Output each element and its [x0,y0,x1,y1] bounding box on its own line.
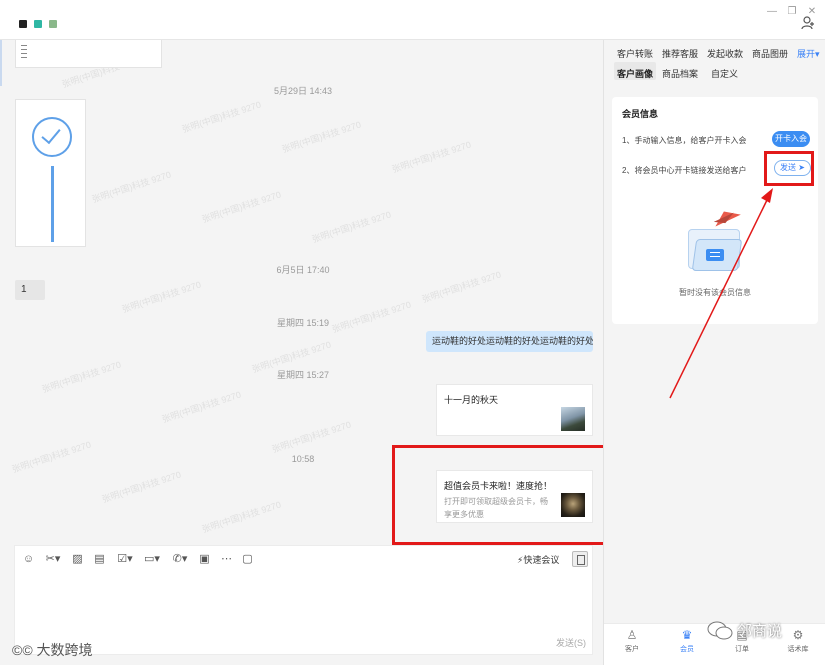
nav-customer[interactable]: ♙ 客户 [612,628,652,654]
add-user-icon[interactable] [801,16,815,30]
nav-label: 订单 [735,646,749,653]
watermark: 张明(中国)科技 9270 [120,279,203,315]
layout-toggle-icon[interactable] [572,551,588,567]
image-icon[interactable]: ▨ [71,553,84,566]
script-library-icon: ⚙ [792,628,804,642]
green-square-icon[interactable] [49,20,57,28]
watermark: 张明(中国)科技 9270 [270,419,353,455]
tab-product-catalog[interactable]: 商品图册 [752,47,788,60]
highlight-box [764,151,814,186]
watermark: 张明(中国)科技 9270 [280,119,363,155]
member-info-card: 会员信息 1、手动输入信息，给客户开卡入会 开卡入会 2、将会员中心开卡链接发送… [612,97,818,324]
customer-icon: ♙ [626,628,638,642]
watermark: 张明(中国)科技 9270 [310,209,393,245]
empty-folder-illustration [682,205,752,277]
wechat-icon [707,621,733,640]
watermark: 张明(中国)科技 9270 [180,99,263,135]
outgoing-message[interactable]: 运动鞋的好处运动鞋的好处运动鞋的好处 [426,331,593,352]
teal-square-icon[interactable] [34,20,42,28]
watermark: 张明(中国)科技 9270 [100,469,183,505]
tab-customer-profile[interactable]: 客户画像 [617,67,653,80]
brand-watermark-left: ©© 大数跨境 [12,642,93,658]
document-message[interactable] [15,40,162,68]
scissors-icon[interactable]: ✂▾ [43,553,63,566]
incoming-message[interactable]: 1 [15,280,45,300]
expand-button[interactable]: 展开▾ [797,47,820,60]
timestamp: 10:58 [291,454,315,464]
tab-start-payment[interactable]: 发起收款 [707,47,743,60]
nav-script-library[interactable]: ⚙ 话术库 [778,628,818,654]
nav-label: 会员 [680,646,694,653]
timestamp: 5月29日 14:43 [273,86,333,96]
minimize-button[interactable]: — [765,6,779,17]
step-send-link: 2、将会员中心开卡链接发送给客户 [622,166,747,175]
checklist-icon[interactable]: ☑▾ [115,553,135,566]
watermark: 张明(中国)科技 9270 [40,359,123,395]
watermark: 张明(中国)科技 9270 [200,189,283,225]
quick-meeting-label: 快速会议 [523,555,560,565]
crown-icon: ♛ [681,628,693,642]
timestamp: 星期四 15:27 [276,370,330,380]
landscape-thumbnail [561,407,585,431]
check-circle-icon [32,117,72,157]
tab-custom[interactable]: 自定义 [711,67,738,80]
open-card-button[interactable]: 开卡入会 [772,131,810,147]
tab-product-archive[interactable]: 商品档案 [662,67,698,80]
watermark: 张明(中国)科技 9270 [420,269,503,305]
file-text-icon[interactable]: ▤ [93,553,106,566]
link-card-title: 十一月的秋天 [444,395,499,405]
watermark: 张明(中国)科技 9270 [90,169,173,205]
maximize-button[interactable]: ❐ [785,6,799,17]
tab-customer-transfer[interactable]: 客户转账 [617,47,653,60]
timestamp: 星期四 15:19 [276,318,330,328]
message-input-area[interactable]: ☺ ✂▾ ▨ ▤ ☑▾ ▭▾ ✆▾ ▣ ⋯ ▢ ⚡快速会议 发送(S) [14,545,593,655]
title-bar: — ❐ ✕ [0,0,825,40]
quick-meeting-button[interactable]: ⚡快速会议 [517,553,559,566]
send-button[interactable]: 发送(S) [556,636,586,649]
progress-bar [51,166,54,242]
watermark: 张明(中国)科技 9270 [10,439,93,475]
expand-label: 展开 [797,49,816,59]
right-side-panel: 客户转账 推荐客服 发起收款 商品图册 展开▾ 客户画像 商品档案 自定义 会员… [603,40,825,665]
screen-icon[interactable]: ▢ [241,553,254,566]
emoji-icon[interactable]: ☺ [22,553,35,566]
link-card-message[interactable]: 十一月的秋天 [436,384,593,436]
watermark: 张明(中国)科技 9270 [160,389,243,425]
brand-watermark-right: 邻商说 [737,620,782,641]
nav-member[interactable]: ♛ 会员 [667,628,707,654]
nav-label: 话术库 [787,646,809,653]
selection-indicator [0,40,2,86]
watermark: 张明(中国)科技 9270 [200,499,283,535]
brand-text: 邻商说 [737,623,783,640]
empty-state-text: 暂时没有该会员信息 [679,288,751,297]
brand-text: 大数跨境 [36,642,93,658]
phone-icon[interactable]: ✆▾ [170,553,190,566]
highlight-box [392,445,623,545]
watermark: 张明(中国)科技 9270 [390,139,473,175]
step-manual-entry: 1、手动输入信息，给客户开卡入会 [622,136,747,145]
tab-recommend-service[interactable]: 推荐客服 [662,47,698,60]
card-title: 会员信息 [622,109,659,119]
flag-icon[interactable] [19,20,27,28]
document-icon [21,42,27,58]
more-icon[interactable]: ⋯ [220,553,233,566]
image-message[interactable] [15,99,86,247]
red-packet-icon[interactable]: ▣ [198,553,211,566]
timestamp: 6月5日 17:40 [276,265,330,275]
folder-icon[interactable]: ▭▾ [142,553,162,566]
nav-label: 客户 [625,646,639,653]
